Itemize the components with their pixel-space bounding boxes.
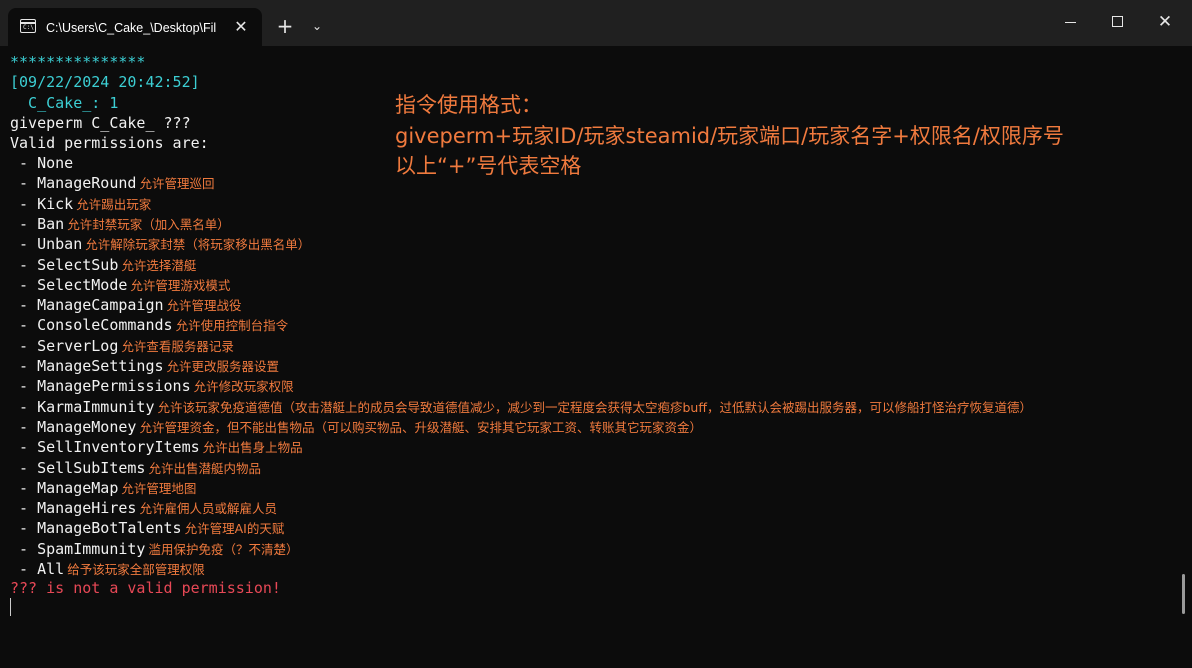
permission-note: 允许封禁玩家（加入黑名单） xyxy=(67,216,230,232)
permission-name: - Ban xyxy=(10,214,65,233)
tab-dropdown-chevron-down-icon[interactable]: ⌄ xyxy=(304,14,330,38)
permission-note: 允许管理地图 xyxy=(121,480,197,496)
permission-item: - SelectSub 允许选择潜艇 xyxy=(10,255,196,275)
stars-line: *************** xyxy=(10,53,146,71)
annotation-line-2: giveperm+玩家ID/玩家steamid/玩家端口/玩家名字+权限名/权限… xyxy=(395,124,1064,148)
permission-name: - ConsoleCommands xyxy=(10,316,173,335)
permission-note: 允许管理战役 xyxy=(166,298,242,314)
minimize-button[interactable] xyxy=(1046,0,1094,44)
permission-note: 允许使用控制台指令 xyxy=(175,318,289,334)
permission-note: 允许查看服务器记录 xyxy=(121,338,234,354)
permission-name: - ManageCampaign xyxy=(10,296,164,315)
minimize-icon xyxy=(1065,22,1076,23)
permission-item: - None xyxy=(10,153,73,173)
timestamp-line: [09/22/2024 20:42:52] xyxy=(10,73,200,91)
tab-title: C:\Users\C_Cake_\Desktop\Fil xyxy=(46,21,217,35)
permission-name: - SelectMode xyxy=(10,275,128,294)
permission-item: - ManageMap 允许管理地图 xyxy=(10,478,196,498)
permission-item: - ManageSettings 允许更改服务器设置 xyxy=(10,356,279,376)
permission-item: - SpamImmunity 滥用保护免疫（？不清楚） xyxy=(10,539,298,559)
permission-item: - Kick 允许踢出玩家 xyxy=(10,194,151,214)
permission-name: - ManageRound xyxy=(10,174,137,193)
permission-item: - All 给予该玩家全部管理权限 xyxy=(10,559,205,579)
permission-name: - None xyxy=(10,154,74,172)
permission-name: - ServerLog xyxy=(10,336,119,355)
permission-note: 允许管理游戏模式 xyxy=(130,277,231,293)
window-close-button[interactable]: ✕ xyxy=(1141,0,1189,44)
permission-item: - ManageRound 允许管理巡回 xyxy=(10,173,214,193)
permission-name: - Kick xyxy=(10,194,74,213)
permission-note: 允许管理巡回 xyxy=(139,176,215,192)
permission-item: - ManagePermissions 允许修改玩家权限 xyxy=(10,376,294,396)
text-cursor xyxy=(10,598,11,616)
permission-name: - Unban xyxy=(10,235,83,254)
permission-note: 允许该玩家免疫道德值（攻击潜艇上的成员会导致道德值减少，减少到一定程度会获得太空… xyxy=(157,399,1032,415)
permission-item: - ServerLog 允许查看服务器记录 xyxy=(10,336,234,356)
permission-item: - ManageCampaign 允许管理战役 xyxy=(10,295,242,315)
permission-note: 允许出售潜艇内物品 xyxy=(148,460,261,476)
permission-name: - KarmaImmunity xyxy=(10,397,155,416)
tab-close-icon[interactable]: ✕ xyxy=(230,16,252,38)
permission-item: - ManageMoney 允许管理资金，但不能出售物品（可以购买物品、升级潜艇、… xyxy=(10,417,702,437)
permission-note: 允许更改服务器设置 xyxy=(166,359,280,374)
permission-item: - SelectMode 允许管理游戏模式 xyxy=(10,275,230,295)
permission-note: 允许管理AI的天赋 xyxy=(184,521,285,537)
permission-item: - ManageHires 允许雇佣人员或解雇人员 xyxy=(10,498,277,518)
permission-name: - ManageMoney xyxy=(10,417,137,436)
permission-note: 允许雇佣人员或解雇人员 xyxy=(139,501,277,517)
permission-item: - SellInventoryItems 允许出售身上物品 xyxy=(10,437,303,457)
error-line: ??? is not a valid permission! xyxy=(10,579,281,597)
permission-note: 允许出售身上物品 xyxy=(202,440,303,456)
permission-name: - ManageBotTalents xyxy=(10,519,182,538)
annotation-line-1: 指令使用格式： xyxy=(395,93,542,117)
new-tab-plus-icon[interactable]: + xyxy=(272,14,298,38)
command-line: giveperm C_Cake_ ??? xyxy=(10,114,191,132)
permission-item: - ManageBotTalents 允许管理AI的天赋 xyxy=(10,518,284,538)
permission-name: - ManageSettings xyxy=(10,357,164,375)
permission-item: - Ban 允许封禁玩家（加入黑名单） xyxy=(10,214,230,234)
permission-name: - SelectSub xyxy=(10,255,119,274)
annotation-line-3: 以上“+”号代表空格 xyxy=(395,154,582,178)
permission-item: - ConsoleCommands 允许使用控制台指令 xyxy=(10,315,288,335)
permission-item: - SellSubItems 允许出售潜艇内物品 xyxy=(10,458,261,478)
terminal-tab[interactable]: C:\ C:\Users\C_Cake_\Desktop\Fil ✕ xyxy=(8,8,262,46)
title-bar: C:\ C:\Users\C_Cake_\Desktop\Fil ✕ + ⌄ ✕ xyxy=(0,0,1192,46)
permission-note: 允许修改玩家权限 xyxy=(193,379,294,395)
permission-name: - SellInventoryItems xyxy=(10,438,200,457)
permission-note: 允许选择潜艇 xyxy=(121,257,197,273)
permission-name: - SellSubItems xyxy=(10,458,146,477)
permission-name: - ManageMap xyxy=(10,478,119,497)
maximize-button[interactable] xyxy=(1093,0,1141,44)
permission-name: - ManageHires xyxy=(10,499,137,518)
permission-note: 滥用保护免疫（？不清楚） xyxy=(148,541,299,557)
permission-note: 允许管理资金，但不能出售物品（可以购买物品、升级潜艇、安排其它玩家工资、转账其它… xyxy=(139,419,702,435)
permission-item: - Unban 允许解除玩家封禁（将玩家移出黑名单） xyxy=(10,234,310,254)
permission-item: - KarmaImmunity 允许该玩家免疫道德值（攻击潜艇上的成员会导致道德值… xyxy=(10,397,1032,417)
scrollbar[interactable] xyxy=(1182,574,1185,614)
maximize-icon xyxy=(1112,16,1123,27)
permission-note: 给予该玩家全部管理权限 xyxy=(67,562,205,577)
permission-note: 允许解除玩家封禁（将玩家移出黑名单） xyxy=(85,237,311,253)
permission-name: - All xyxy=(10,560,65,578)
user-line: C_Cake_: 1 xyxy=(10,94,119,112)
permissions-header: Valid permissions are: xyxy=(10,134,209,152)
terminal-icon: C:\ xyxy=(20,19,36,33)
permission-note: 允许踢出玩家 xyxy=(76,196,152,212)
permission-name: - SpamImmunity xyxy=(10,539,146,558)
permission-name: - ManagePermissions xyxy=(10,377,191,396)
